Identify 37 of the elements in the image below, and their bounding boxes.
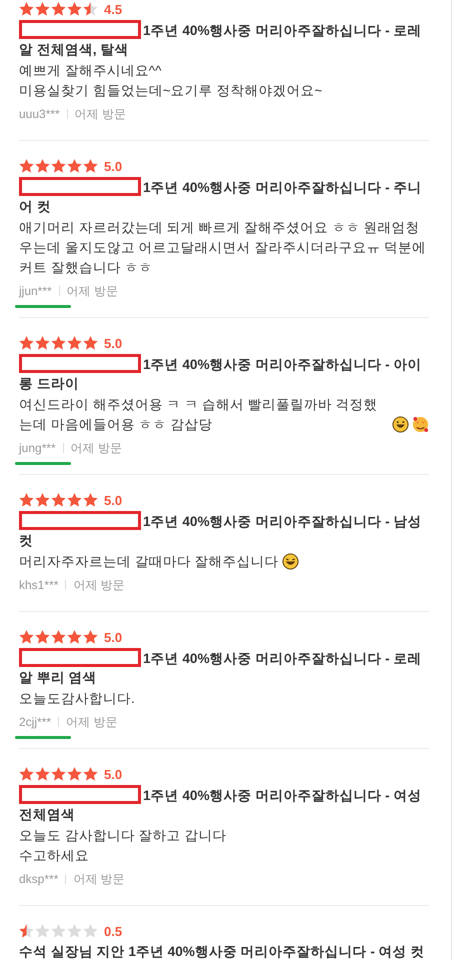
review-title: 1주년 40%행사중 머리아주잘하십니다 - 주니어 컷 xyxy=(19,180,422,214)
review-text: 머리자주자르는데 갈때마다 잘해주십니다 xyxy=(19,553,279,571)
rating-value: 5.0 xyxy=(104,336,122,350)
smiley-icon xyxy=(412,416,429,433)
review-title: 1주년 40%행사중 머리아주잘하십니다 - 여성 전체염색 xyxy=(19,788,422,822)
username: jung*** xyxy=(19,441,56,455)
username: uuu3*** xyxy=(19,107,60,121)
username: dksp*** xyxy=(19,872,58,886)
review-text: 여신드라이 해주셨어용 ㅋ ㅋ 습해서 빨리풀릴까바 걱정했는데 마음에들어용 ㅎㅎ 감삽당 xyxy=(19,396,379,434)
rating-value: 5.0 xyxy=(104,492,122,508)
rating-value: 0.5 xyxy=(104,924,122,938)
review-text: 오늘도감사합니다. xyxy=(19,690,135,708)
smiley-icon xyxy=(392,416,409,433)
username: jjun*** xyxy=(19,284,52,298)
review-text: 애기머리 자르러갔는데 되게 빠르게 잘해주셨어요 ㅎㅎ 원래엄청 우는데 울지도않고 어르고달래시면서 잘라주시더라구요ㅠ 덕분에 커트 잘했습니다 ㅎㅎ xyxy=(19,219,428,277)
review-title: 1주년 40%행사중 머리아주잘하십니다 - 로레알 전체염색, 탈색 xyxy=(19,23,422,57)
visit-date: 어제 방문 xyxy=(74,106,126,122)
review-text: 미용실찾기 힘들었는데~요기루 정착해야겠어요~ xyxy=(19,82,322,100)
visit-date: 어제 방문 xyxy=(73,870,125,888)
review-title: 1주년 40%행사중 머리아주잘하십니다 - 남성 컷 xyxy=(19,514,422,548)
visit-date: 어제 방문 xyxy=(66,282,118,300)
visit-date: 어제 방문 xyxy=(66,714,118,730)
username: khs1*** xyxy=(19,578,58,592)
rating-value: 4.5 xyxy=(104,2,122,16)
review-title: 1주년 40%행사중 머리아주잘하십니다 - 로레알 뿌리 염색 xyxy=(19,651,422,685)
review-title: 수석 실장님 지안 1주년 40%행사중 머리아주잘하십니다 - 여성 컷 xyxy=(19,944,425,959)
review-text: 예쁘게 잘해주시네요^^ xyxy=(19,62,162,80)
visit-date: 어제 방문 xyxy=(70,440,122,456)
rating-value: 5.0 xyxy=(104,158,122,174)
review-title: 1주년 40%행사중 머리아주잘하십니다 - 아이롱 드라이 xyxy=(19,357,422,391)
username: 2cjj*** xyxy=(19,715,52,729)
rating-value: 5.0 xyxy=(104,630,122,644)
visit-date: 어제 방문 xyxy=(73,576,125,594)
rating-value: 5.0 xyxy=(104,766,122,782)
review-text: 오늘도 감사합니다 잘하고 갑니다 xyxy=(19,827,226,845)
smiley-icon xyxy=(282,553,299,570)
review-text: 수고하세요 xyxy=(19,847,89,865)
